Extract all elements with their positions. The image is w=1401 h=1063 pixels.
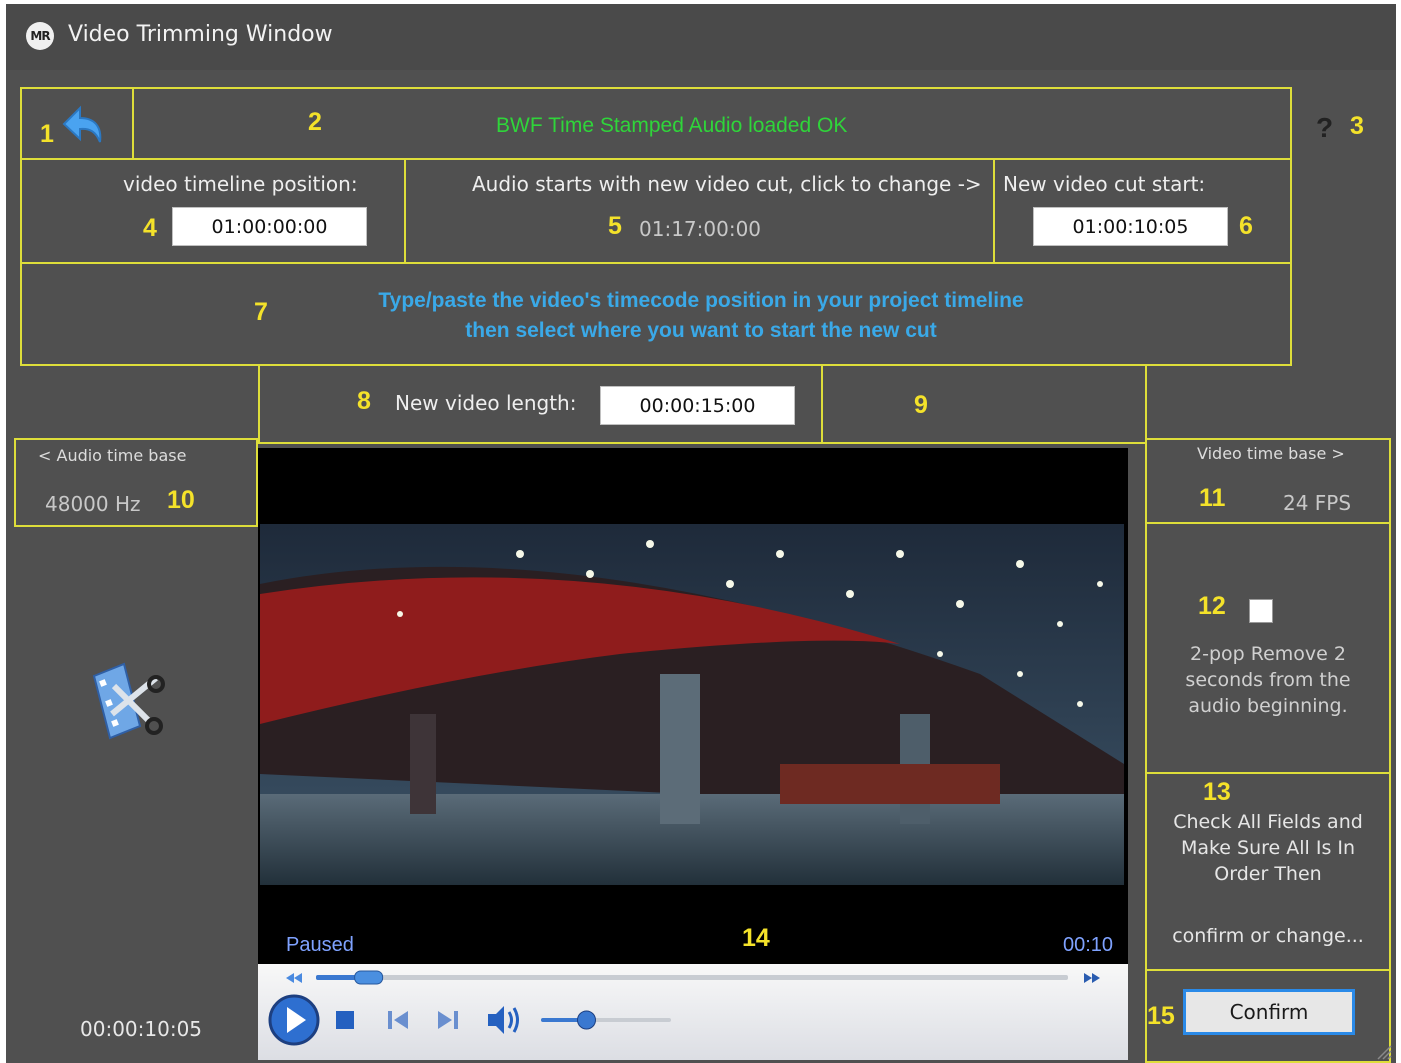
marker-13: 13 <box>1203 778 1231 806</box>
confirm-hint: confirm or change... <box>1172 925 1364 947</box>
video-frame <box>260 524 1124 885</box>
audio-base-value: 48000 Hz <box>45 492 141 516</box>
stop-icon[interactable] <box>336 1011 354 1029</box>
timeline-label: video timeline position: <box>123 172 358 196</box>
player-controls <box>258 964 1128 1060</box>
video-base-value: 24 FPS <box>1283 491 1352 515</box>
marker-1: 1 <box>40 120 54 148</box>
marker-9: 9 <box>914 391 928 419</box>
marker-3: 3 <box>1350 112 1364 140</box>
two-pop-checkbox[interactable] <box>1249 599 1273 623</box>
player-state: Paused <box>286 934 354 956</box>
film-scissors-icon <box>84 656 174 746</box>
marker-4: 4 <box>143 214 157 242</box>
hint-line-2: then select where you want to start the … <box>465 319 937 342</box>
rewind-icon[interactable] <box>286 973 302 983</box>
marker-8: 8 <box>357 387 371 415</box>
window-title: Video Trimming Window <box>68 22 333 47</box>
two-pop-text: 2-pop Remove 2 seconds from the audio be… <box>1185 643 1351 717</box>
next-icon[interactable] <box>438 1011 458 1029</box>
marker-14: 14 <box>742 924 770 952</box>
seek-thumb[interactable] <box>354 970 384 985</box>
status-message: BWF Time Stamped Audio loaded OK <box>496 114 848 137</box>
timeline-position-input[interactable]: 01:00:00:00 <box>172 207 367 246</box>
marker-15: 15 <box>1147 1002 1175 1030</box>
fast-forward-icon[interactable] <box>1084 973 1100 983</box>
cut-start-input[interactable]: 01:00:10:05 <box>1033 207 1228 246</box>
length-label: New video length: <box>395 391 577 415</box>
video-base-label: Video time base > <box>1197 444 1345 463</box>
previous-icon[interactable] <box>388 1011 408 1029</box>
resize-grip-icon[interactable] <box>1374 1044 1392 1060</box>
title-bar: MR Video Trimming Window <box>6 4 1396 70</box>
video-trimming-window: MR Video Trimming Window 1 2 BWF Time St… <box>6 4 1396 1063</box>
seek-track[interactable] <box>316 975 1068 980</box>
video-player[interactable]: Paused 14 00:10 <box>258 448 1128 1060</box>
bottom-timecode: 00:00:10:05 <box>80 1017 203 1041</box>
marker-5: 5 <box>608 212 622 240</box>
hint-line-1: Type/paste the video's timecode position… <box>378 289 1024 312</box>
volume-icon[interactable] <box>488 1006 519 1034</box>
undo-icon[interactable] <box>56 102 106 150</box>
cell-9 <box>821 364 1147 444</box>
volume-thumb[interactable] <box>577 1010 596 1030</box>
marker-11: 11 <box>1199 484 1226 512</box>
audio-start-label[interactable]: Audio starts with new video cut, click t… <box>472 172 982 196</box>
audio-base-label: < Audio time base <box>38 446 187 465</box>
audio-start-value[interactable]: 01:17:00:00 <box>639 217 761 241</box>
marker-2: 2 <box>308 108 322 136</box>
length-input[interactable]: 00:00:15:00 <box>600 386 795 425</box>
marker-6: 6 <box>1239 212 1253 240</box>
hint-text: Type/paste the video's timecode position… <box>306 286 1096 346</box>
marker-7: 7 <box>254 298 268 326</box>
player-time: 00:10 <box>1063 934 1114 956</box>
confirm-button[interactable]: Confirm <box>1183 989 1355 1035</box>
app-logo-icon: MR <box>26 22 54 50</box>
marker-12: 12 <box>1198 592 1226 620</box>
marker-10: 10 <box>167 486 195 514</box>
play-icon[interactable] <box>268 994 320 1046</box>
cut-start-label: New video cut start: <box>1003 172 1206 196</box>
help-icon[interactable]: ? <box>1316 112 1333 144</box>
check-fields-text: Check All Fields and Make Sure All Is In… <box>1173 811 1363 885</box>
